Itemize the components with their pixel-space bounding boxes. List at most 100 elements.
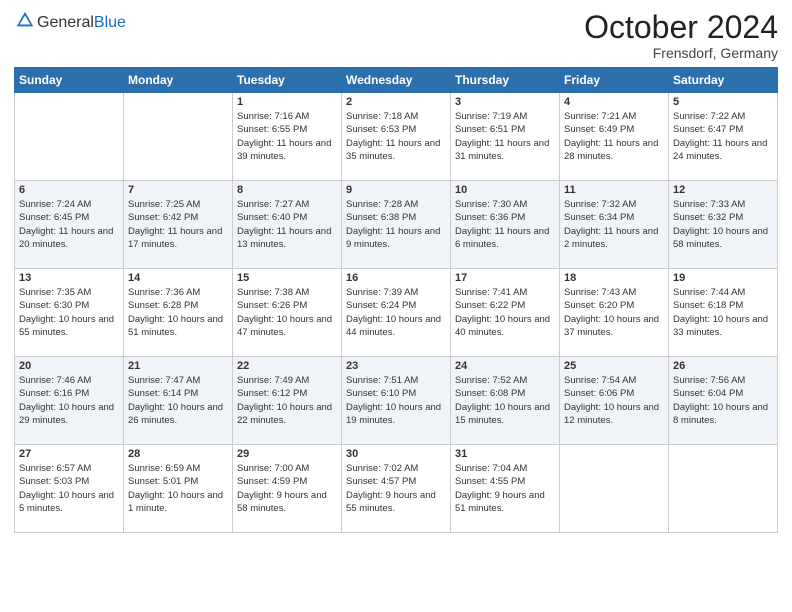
calendar-page: GeneralBlue October 2024 Frensdorf, Germ… bbox=[0, 0, 792, 612]
day-info: Sunrise: 7:41 AM Sunset: 6:22 PM Dayligh… bbox=[455, 286, 555, 339]
day-info: Sunrise: 7:02 AM Sunset: 4:57 PM Dayligh… bbox=[346, 462, 446, 515]
day-number: 23 bbox=[346, 360, 446, 372]
calendar-cell bbox=[15, 93, 124, 181]
calendar-cell bbox=[669, 445, 778, 533]
day-number: 22 bbox=[237, 360, 337, 372]
day-number: 30 bbox=[346, 448, 446, 460]
day-header-friday: Friday bbox=[560, 68, 669, 93]
calendar-week-row: 13 Sunrise: 7:35 AM Sunset: 6:30 PM Dayli… bbox=[15, 269, 778, 357]
location-title: Frensdorf, Germany bbox=[584, 45, 778, 61]
day-info: Sunrise: 7:36 AM Sunset: 6:28 PM Dayligh… bbox=[128, 286, 228, 339]
day-info: Sunrise: 7:24 AM Sunset: 6:45 PM Dayligh… bbox=[19, 198, 119, 251]
day-info: Sunrise: 7:30 AM Sunset: 6:36 PM Dayligh… bbox=[455, 198, 555, 251]
day-header-saturday: Saturday bbox=[669, 68, 778, 93]
day-number: 28 bbox=[128, 448, 228, 460]
day-header-sunday: Sunday bbox=[15, 68, 124, 93]
day-number: 6 bbox=[19, 184, 119, 196]
calendar-cell: 23Sunrise: 7:51 AM Sunset: 6:10 PM Dayli… bbox=[342, 357, 451, 445]
day-number: 13 bbox=[19, 272, 119, 284]
day-number: 1 bbox=[237, 96, 337, 108]
day-info: Sunrise: 6:59 AM Sunset: 5:01 PM Dayligh… bbox=[128, 462, 228, 515]
day-number: 9 bbox=[346, 184, 446, 196]
day-info: Sunrise: 7:33 AM Sunset: 6:32 PM Dayligh… bbox=[673, 198, 773, 251]
day-number: 10 bbox=[455, 184, 555, 196]
calendar-cell: 31 Sunrise: 7:04 AM Sunset: 4:55 PM Dayli… bbox=[451, 445, 560, 533]
month-title: October 2024 bbox=[584, 10, 778, 45]
calendar-cell: 29Sunrise: 7:00 AM Sunset: 4:59 PM Dayli… bbox=[233, 445, 342, 533]
logo-general-text: General bbox=[37, 14, 94, 31]
day-number: 5 bbox=[673, 96, 773, 108]
calendar-cell: 26 Sunrise: 7:56 AM Sunset: 6:04 PM Dayli… bbox=[669, 357, 778, 445]
calendar-cell bbox=[124, 93, 233, 181]
calendar-cell: 1 Sunrise: 7:16 AM Sunset: 6:55 PM Daylig… bbox=[233, 93, 342, 181]
day-number: 8 bbox=[237, 184, 337, 196]
day-info: Sunrise: 7:49 AM Sunset: 6:12 PM Dayligh… bbox=[237, 374, 337, 427]
day-info: Sunrise: 7:54 AM Sunset: 6:06 PM Dayligh… bbox=[564, 374, 664, 427]
page-header: GeneralBlue October 2024 Frensdorf, Germ… bbox=[14, 10, 778, 61]
day-header-monday: Monday bbox=[124, 68, 233, 93]
calendar-cell: 3 Sunrise: 7:19 AM Sunset: 6:51 PM Daylig… bbox=[451, 93, 560, 181]
day-info: Sunrise: 7:47 AM Sunset: 6:14 PM Dayligh… bbox=[128, 374, 228, 427]
calendar-cell: 5 Sunrise: 7:22 AM Sunset: 6:47 PM Daylig… bbox=[669, 93, 778, 181]
day-info: Sunrise: 7:27 AM Sunset: 6:40 PM Dayligh… bbox=[237, 198, 337, 251]
calendar-cell: 6 Sunrise: 7:24 AM Sunset: 6:45 PM Daylig… bbox=[15, 181, 124, 269]
day-info: Sunrise: 6:57 AM Sunset: 5:03 PM Dayligh… bbox=[19, 462, 119, 515]
logo-text: GeneralBlue bbox=[37, 14, 126, 32]
calendar-cell: 30 Sunrise: 7:02 AM Sunset: 4:57 PM Dayli… bbox=[342, 445, 451, 533]
calendar-cell: 10 Sunrise: 7:30 AM Sunset: 6:36 PM Dayli… bbox=[451, 181, 560, 269]
day-info: Sunrise: 7:32 AM Sunset: 6:34 PM Dayligh… bbox=[564, 198, 664, 251]
calendar-cell: 25 Sunrise: 7:54 AM Sunset: 6:06 PM Dayli… bbox=[560, 357, 669, 445]
calendar-cell: 15 Sunrise: 7:38 AM Sunset: 6:26 PM Dayli… bbox=[233, 269, 342, 357]
day-number: 2 bbox=[346, 96, 446, 108]
calendar-cell: 16Sunrise: 7:39 AM Sunset: 6:24 PM Dayli… bbox=[342, 269, 451, 357]
day-number: 15 bbox=[237, 272, 337, 284]
calendar-cell: 21 Sunrise: 7:47 AM Sunset: 6:14 PM Dayli… bbox=[124, 357, 233, 445]
day-info: Sunrise: 7:44 AM Sunset: 6:18 PM Dayligh… bbox=[673, 286, 773, 339]
calendar-cell: 19 Sunrise: 7:44 AM Sunset: 6:18 PM Dayli… bbox=[669, 269, 778, 357]
day-number: 14 bbox=[128, 272, 228, 284]
day-info: Sunrise: 7:25 AM Sunset: 6:42 PM Dayligh… bbox=[128, 198, 228, 251]
logo-icon bbox=[15, 10, 35, 30]
calendar-cell: 7 Sunrise: 7:25 AM Sunset: 6:42 PM Daylig… bbox=[124, 181, 233, 269]
day-info: Sunrise: 7:19 AM Sunset: 6:51 PM Dayligh… bbox=[455, 110, 555, 163]
logo-blue-text: Blue bbox=[94, 14, 126, 31]
logo: GeneralBlue bbox=[14, 10, 126, 35]
day-number: 20 bbox=[19, 360, 119, 372]
day-info: Sunrise: 7:46 AM Sunset: 6:16 PM Dayligh… bbox=[19, 374, 119, 427]
day-info: Sunrise: 7:18 AM Sunset: 6:53 PM Dayligh… bbox=[346, 110, 446, 163]
day-info: Sunrise: 7:38 AM Sunset: 6:26 PM Dayligh… bbox=[237, 286, 337, 339]
day-info: Sunrise: 7:35 AM Sunset: 6:30 PM Dayligh… bbox=[19, 286, 119, 339]
day-info: Sunrise: 7:22 AM Sunset: 6:47 PM Dayligh… bbox=[673, 110, 773, 163]
calendar-cell: 11Sunrise: 7:32 AM Sunset: 6:34 PM Dayli… bbox=[560, 181, 669, 269]
day-header-tuesday: Tuesday bbox=[233, 68, 342, 93]
day-header-thursday: Thursday bbox=[451, 68, 560, 93]
day-info: Sunrise: 7:16 AM Sunset: 6:55 PM Dayligh… bbox=[237, 110, 337, 163]
day-number: 19 bbox=[673, 272, 773, 284]
calendar-cell: 14 Sunrise: 7:36 AM Sunset: 6:28 PM Dayli… bbox=[124, 269, 233, 357]
day-number: 4 bbox=[564, 96, 664, 108]
calendar-cell: 4Sunrise: 7:21 AM Sunset: 6:49 PM Daylig… bbox=[560, 93, 669, 181]
day-number: 29 bbox=[237, 448, 337, 460]
calendar-cell: 9 Sunrise: 7:28 AM Sunset: 6:38 PM Daylig… bbox=[342, 181, 451, 269]
day-number: 7 bbox=[128, 184, 228, 196]
calendar-cell: 28 Sunrise: 6:59 AM Sunset: 5:01 PM Dayli… bbox=[124, 445, 233, 533]
day-number: 12 bbox=[673, 184, 773, 196]
calendar-cell: 2 Sunrise: 7:18 AM Sunset: 6:53 PM Daylig… bbox=[342, 93, 451, 181]
day-info: Sunrise: 7:04 AM Sunset: 4:55 PM Dayligh… bbox=[455, 462, 555, 515]
calendar-cell: 27Sunrise: 6:57 AM Sunset: 5:03 PM Dayli… bbox=[15, 445, 124, 533]
day-number: 31 bbox=[455, 448, 555, 460]
day-number: 26 bbox=[673, 360, 773, 372]
calendar-header-row: SundayMondayTuesdayWednesdayThursdayFrid… bbox=[15, 68, 778, 93]
day-info: Sunrise: 7:28 AM Sunset: 6:38 PM Dayligh… bbox=[346, 198, 446, 251]
calendar-week-row: 1 Sunrise: 7:16 AM Sunset: 6:55 PM Daylig… bbox=[15, 93, 778, 181]
day-info: Sunrise: 7:56 AM Sunset: 6:04 PM Dayligh… bbox=[673, 374, 773, 427]
calendar-cell: 13 Sunrise: 7:35 AM Sunset: 6:30 PM Dayli… bbox=[15, 269, 124, 357]
calendar-cell: 24Sunrise: 7:52 AM Sunset: 6:08 PM Dayli… bbox=[451, 357, 560, 445]
calendar-cell: 20 Sunrise: 7:46 AM Sunset: 6:16 PM Dayli… bbox=[15, 357, 124, 445]
day-number: 24 bbox=[455, 360, 555, 372]
day-info: Sunrise: 7:39 AM Sunset: 6:24 PM Dayligh… bbox=[346, 286, 446, 339]
day-number: 25 bbox=[564, 360, 664, 372]
day-number: 3 bbox=[455, 96, 555, 108]
calendar-table: SundayMondayTuesdayWednesdayThursdayFrid… bbox=[14, 67, 778, 533]
day-number: 21 bbox=[128, 360, 228, 372]
